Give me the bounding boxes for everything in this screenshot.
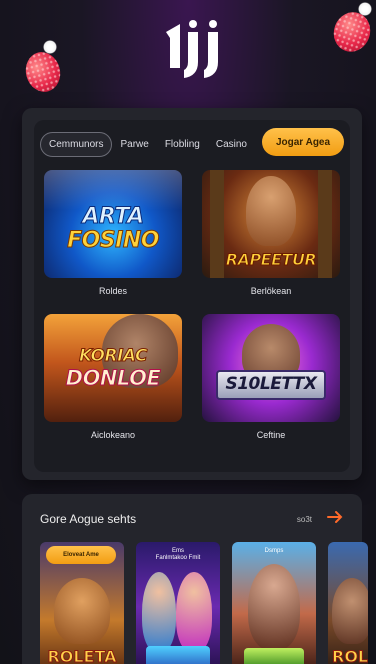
game-thumb-title: DONLOE: [65, 366, 161, 390]
game-thumbnail[interactable]: S10LETTX: [202, 314, 340, 422]
tab-cemmunors[interactable]: Cemmunors: [40, 131, 113, 157]
game-label: Aiclokeano: [90, 430, 136, 440]
card-tag: Eloveat Ame: [46, 546, 116, 564]
game-card[interactable]: KORIAC DONLOE Aiclokeano: [44, 314, 182, 440]
featured-game-card[interactable]: Ems Fanlmtakoo Fmit: [136, 542, 220, 664]
featured-game-card[interactable]: Eloveat Ame ROLETA: [40, 542, 124, 664]
tab-casino[interactable]: Casino: [208, 133, 255, 156]
featured-section: Gore Aogue sehts so3t Eloveat Ame ROLETA…: [22, 494, 368, 664]
featured-game-card[interactable]: Dsmps: [232, 542, 316, 664]
game-thumbnail[interactable]: KORIAC DONLOE: [44, 314, 182, 422]
game-thumb-title: FOSINO: [67, 228, 160, 253]
game-card[interactable]: ARTA FOSINO Roldes: [44, 170, 182, 296]
card-title: Ems Fanlmtakoo Fmit: [155, 548, 201, 561]
decorative-berry-left: [21, 48, 65, 96]
character-figure: [176, 572, 212, 652]
decorative-flower-right: [358, 2, 372, 16]
game-thumb-title: KORIAC: [78, 346, 148, 366]
game-label: Berlökean: [250, 286, 292, 296]
character-figure: [246, 176, 296, 246]
character-figure: [332, 578, 368, 644]
arrow-right-icon[interactable]: [326, 508, 344, 526]
character-figure: [54, 578, 110, 644]
card-title: Dsmps: [264, 548, 284, 554]
game-thumb-title: ARTA: [82, 204, 145, 229]
featured-game-card[interactable]: ROLE: [328, 542, 368, 664]
game-thumb-title: RAPEETUR: [225, 250, 317, 269]
game-card[interactable]: S10LETTX Ceftine: [202, 314, 340, 440]
section-title: Gore Aogue sehts: [40, 512, 137, 526]
games-panel: Cemmunors Parwe Flobling Casino Jogar Ag…: [22, 108, 362, 480]
game-thumbnail[interactable]: RAPEETUR: [202, 170, 340, 278]
game-label: Roldes: [98, 286, 127, 296]
tab-flobling[interactable]: Flobling: [157, 133, 208, 156]
game-thumbnail[interactable]: ARTA FOSINO: [44, 170, 182, 278]
game-card[interactable]: RAPEETUR Berlökean: [202, 170, 340, 296]
character-figure: [142, 572, 176, 652]
brand-logo[interactable]: [162, 18, 232, 82]
tab-parwe[interactable]: Parwe: [112, 133, 156, 156]
game-thumb-title: S10LETTX: [225, 374, 317, 394]
decorative-flower-left: [43, 40, 57, 54]
games-panel-inner: Cemmunors Parwe Flobling Casino Jogar Ag…: [34, 120, 350, 472]
see-all-link[interactable]: so3t: [297, 515, 312, 524]
character-figure: [248, 564, 300, 650]
game-label: Ceftine: [256, 430, 286, 440]
card-title: ROLETA: [47, 647, 117, 664]
play-now-button[interactable]: Jogar Agea: [262, 128, 344, 156]
card-title: ROLE: [332, 647, 369, 664]
